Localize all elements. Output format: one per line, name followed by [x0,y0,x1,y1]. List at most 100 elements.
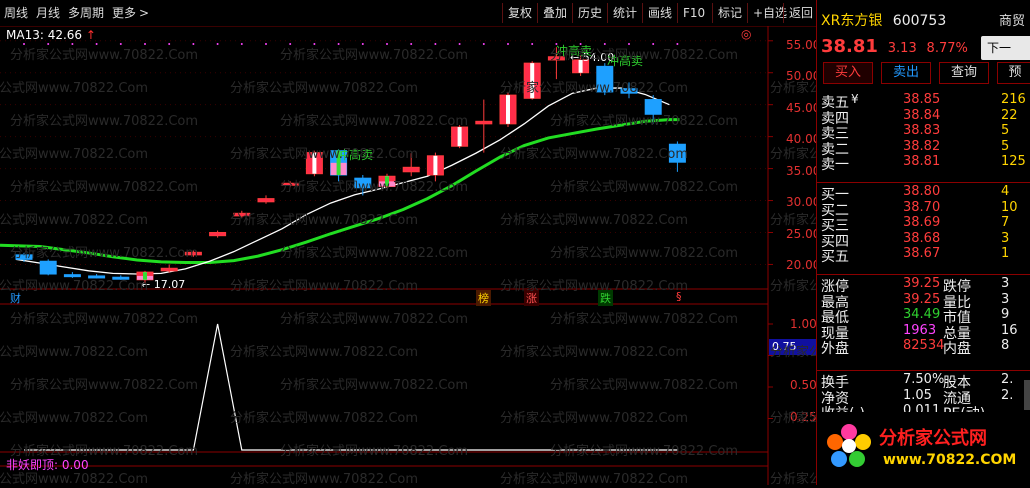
candle-body-down [63,274,81,278]
bid-price: 38.67 [903,246,941,261]
stock-code: 600753 [892,13,947,29]
ask-volume: 125 [1001,154,1026,169]
ask-row[interactable]: 卖一 38.81 125 [821,154,1030,173]
top-dot-marker [144,43,146,45]
stat-value: 3 [1001,276,1010,291]
candle-body-down [620,88,638,94]
ask-mark: ¥ [851,92,859,106]
fuquan-button[interactable]: 复权 [502,3,537,23]
top-dot-marker [386,43,388,45]
multi-period-tab[interactable]: 多周期 [68,4,104,22]
query-button[interactable]: 查询 [939,62,989,84]
pre-order-button[interactable]: 预 [997,62,1030,84]
candle-body-down [15,254,33,260]
stock-header: XR东方银 600753 [821,10,946,30]
special-marker[interactable]: § [676,290,682,303]
top-dot-marker [216,43,219,45]
bid-volume: 3 [1001,230,1010,246]
logo-block: 分析家公式网 www.70822.COM [817,412,1030,485]
price-change-pct: 8.77% [926,41,968,56]
kline-chart-area[interactable] [0,26,815,485]
sell-signal-2: 冲高卖 [556,44,593,58]
stat-value: 2. [1001,372,1014,387]
back-button[interactable]: 返回 [783,3,818,23]
top-dot-marker [603,43,606,45]
candle-body-down [668,143,686,163]
f10-button[interactable]: F10 [677,3,710,23]
ask-volume: 5 [1001,123,1010,138]
stat-value: 16 [1001,322,1018,338]
candle-body-up [209,231,227,237]
logo-url: www.70822.COM [883,452,1017,468]
candle-highlight [506,95,510,124]
buy-button[interactable]: 买入 [823,62,873,84]
bid-price: 38.69 [903,215,941,230]
history-button[interactable]: 历史 [572,3,607,23]
current-price: 38.81 [821,36,878,57]
stat-value: 82534 [903,338,945,353]
top-dot-marker [119,43,122,45]
bid-row[interactable]: 买五 38.67 1 [821,246,1030,265]
bid-row[interactable]: 买二 38.70 10 [821,199,1030,219]
sub-current-value-tag: 0.75 [769,339,816,355]
kline-chart-svg[interactable] [0,26,815,485]
stat-label: 外盘 [821,341,849,357]
stat-row: 现量 1963 总量 16 [821,322,1030,342]
mark-button[interactable]: 标记 [712,3,747,23]
top-dot-marker [289,43,292,45]
next-stock-button[interactable]: 下一 [981,36,1030,60]
ask-level-label: 卖一 [821,157,849,173]
candle-body-down [88,275,106,279]
top-dot-marker [192,43,195,45]
ma-indicator-label: MA13: 42.66 [6,28,83,42]
ask-row[interactable]: 卖五 ¥ 38.85 216 [821,92,1030,111]
limit-up-marker[interactable]: 涨 [524,290,539,306]
week-period-tab[interactable]: 周线 [4,4,28,22]
stat-value: 7.50% [903,372,945,387]
bid-row[interactable]: 买四 38.68 3 [821,230,1030,250]
candle-highlight [433,155,438,175]
ma-indicator-row: MA13: 42.66 ↑ [6,28,96,42]
price-change: 3.13 [887,41,917,56]
candle-body-up [184,251,202,256]
sell-signal-3: 冲高卖 [607,54,644,68]
chevron-right-icon: > [139,6,150,20]
candle-highlight [312,152,317,174]
draw-line-button[interactable]: 画线 [642,3,677,23]
panel-scrollbar[interactable] [1024,380,1030,410]
top-dot-marker [652,43,655,45]
financial-report-marker[interactable]: 财 [10,290,21,306]
top-dot-marker [361,43,364,45]
bid-volume: 1 [1001,246,1010,261]
settings-dot-icon[interactable]: ◎ [741,27,751,41]
more-menu[interactable]: 更多 > [112,4,149,22]
list-rank-marker[interactable]: 榜 [476,290,491,306]
overlay-button[interactable]: 叠加 [537,3,572,23]
top-dot-marker [95,43,98,45]
bid-price: 38.70 [903,199,941,215]
ask-row[interactable]: 卖三 38.83 5 [821,123,1030,142]
candle-body-up [160,267,178,272]
candle-body-up [281,182,299,186]
stat-row: 涨停 39.25 跌停 3 [821,276,1030,295]
month-period-tab[interactable]: 月线 [36,4,60,22]
statistics-button[interactable]: 统计 [607,3,642,23]
top-dot-marker [458,43,461,45]
top-dot-marker [47,43,50,45]
ask-volume: 216 [1001,92,1026,107]
stat-row: 换手 7.50% 股本 2. [821,372,1030,391]
stat-value: 2. [1001,387,1014,403]
ma-long-line [0,118,680,265]
bid-row[interactable]: 买三 38.69 7 [821,215,1030,234]
bid-row[interactable]: 买一 38.80 4 [821,184,1030,203]
candle-body-down [39,260,57,275]
sell-button[interactable]: 卖出 [881,62,931,84]
flower-logo-icon [825,422,873,470]
limit-down-marker[interactable]: 跌 [598,290,613,306]
sub-indicator-label: 非妖即顶: 0.00 [6,458,89,472]
ask-price: 38.84 [903,107,941,123]
ask-row[interactable]: 卖二 38.82 5 [821,139,1030,158]
min-price-value: 17.07 [153,278,186,291]
bid-volume: 4 [1001,184,1010,199]
ask-row[interactable]: 卖四 38.84 22 [821,107,1030,127]
